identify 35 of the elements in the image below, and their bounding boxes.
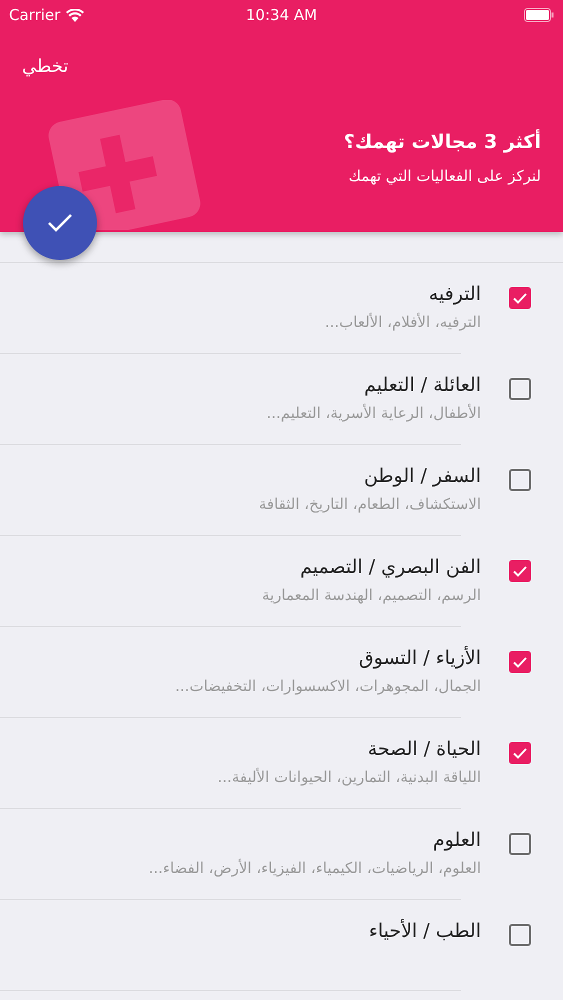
checkbox[interactable] (509, 833, 531, 855)
checkbox[interactable] (509, 742, 531, 764)
category-description: الجمال، المجوهرات، الاكسسوارات، التخفيضات... (175, 677, 481, 695)
category-description: العلوم، الرياضيات، الكيمياء، الفيزياء، الأرض، الفضاء... (148, 859, 481, 877)
category-title: السفر / الوطن (364, 465, 481, 487)
skip-button[interactable]: تخطي (16, 52, 74, 81)
header-subtitle: لنركز على الفعاليات التي تهمك (348, 167, 541, 185)
check-icon (513, 292, 527, 304)
checkbox[interactable] (509, 378, 531, 400)
category-title: الطب / الأحياء (368, 920, 481, 942)
checkbox[interactable] (509, 924, 531, 946)
category-title: الأزياء / التسوق (358, 647, 481, 669)
category-description: اللياقة البدنية، التمارين، الحيوانات الأليفة... (218, 768, 481, 786)
check-icon (513, 566, 527, 576)
checkbox[interactable] (509, 651, 531, 673)
category-title: العائلة / التعليم (364, 374, 481, 396)
category-title: الفن البصري / التصميم (300, 556, 481, 578)
header-title: أكثر 3 مجالات تهمك؟ (344, 131, 541, 153)
category-description: الرسم، التصميم، الهندسة المعمارية (262, 586, 481, 604)
category-title: الترفيه (428, 283, 481, 305)
category-title: العلوم (432, 829, 481, 851)
category-description: الأطفال، الرعاية الأسرية، التعليم... (266, 404, 481, 422)
check-icon (513, 656, 527, 668)
checkbox[interactable] (509, 287, 531, 309)
battery-icon (524, 8, 554, 22)
checkbox[interactable] (509, 560, 531, 582)
category-title: الحياة / الصحة (368, 738, 481, 760)
category-description: الاستكشاف، الطعام، التاريخ، الثقافة (258, 495, 481, 513)
checkbox[interactable] (509, 469, 531, 491)
check-icon (513, 748, 527, 758)
wifi-icon (66, 8, 84, 22)
check-icon (47, 213, 73, 233)
carrier-label: Carrier (9, 6, 60, 24)
status-time: 10:34 AM (246, 6, 318, 24)
category-description: الترفيه، الأفلام، الألعاب... (324, 313, 481, 331)
